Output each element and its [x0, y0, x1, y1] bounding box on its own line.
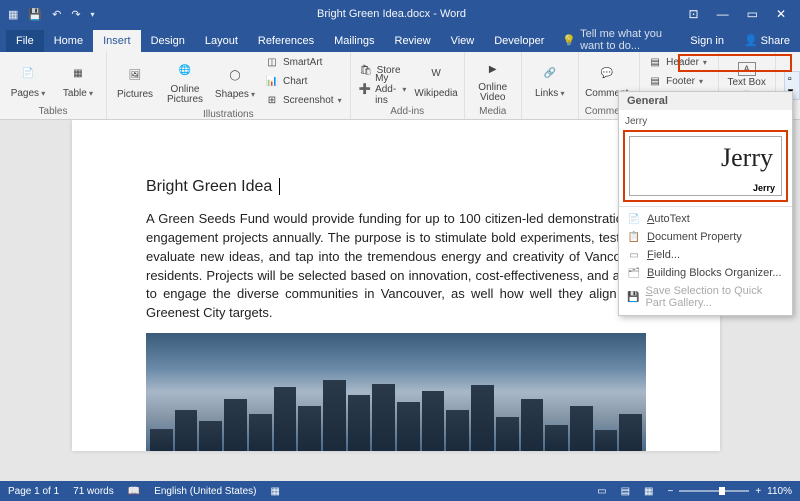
view-web-layout[interactable]: ▦: [644, 486, 653, 497]
save-icon[interactable]: 💾: [28, 8, 42, 21]
lightbulb-icon: 💡: [562, 34, 576, 47]
save-gallery-icon: 💾: [627, 292, 639, 303]
group-addins-label: Add-ins: [357, 106, 458, 119]
online-pictures-button[interactable]: 🌐Online Pictures: [163, 59, 207, 105]
footer-button[interactable]: ▤Footer: [646, 73, 712, 90]
autotext-icon: 📄: [627, 214, 641, 225]
tab-home[interactable]: Home: [44, 30, 93, 52]
screenshot-button[interactable]: ⊞Screenshot: [263, 92, 344, 109]
group-media-label: Media: [471, 106, 515, 119]
my-addins-button[interactable]: ➕My Add-ins: [357, 81, 409, 98]
share-icon: 👤: [744, 34, 758, 47]
qp-section-general: General: [619, 92, 792, 110]
qp-gallery-item-jerry[interactable]: Jerry Jerry: [629, 136, 782, 196]
chart-icon: 📊: [265, 75, 279, 89]
pages-button[interactable]: 📄 Pages: [6, 62, 50, 99]
view-print-layout[interactable]: ▤: [621, 486, 630, 497]
zoom-out-button[interactable]: −: [667, 486, 673, 497]
signature-preview: Jerry: [721, 143, 773, 173]
shapes-icon: ◯: [221, 63, 249, 87]
quick-access-toolbar: ▦ 💾 ↶ ↷ ▾: [0, 8, 95, 21]
smartart-icon: ◫: [265, 56, 279, 70]
quick-parts-dropdown: General Jerry Jerry Jerry 📄AutoText 📋Doc…: [618, 91, 793, 316]
doc-heading[interactable]: Bright Green Idea: [146, 178, 646, 196]
wikipedia-icon: W: [422, 62, 450, 86]
textbox-icon: A: [738, 62, 756, 76]
qp-field[interactable]: ▭Field...: [619, 246, 792, 264]
tab-insert[interactable]: Insert: [93, 30, 141, 52]
smartart-button[interactable]: ◫SmartArt: [263, 54, 344, 71]
table-button[interactable]: ▦ Table: [56, 62, 100, 99]
share-button[interactable]: 👤 Share: [734, 29, 800, 52]
qp-save-selection: 💾Save Selection to Quick Part Gallery...: [619, 282, 792, 312]
sign-in-link[interactable]: Sign in: [680, 30, 734, 52]
status-language[interactable]: English (United States): [154, 486, 256, 497]
view-read-mode[interactable]: ▭: [597, 486, 606, 497]
field-icon: ▭: [627, 250, 641, 261]
store-icon: 🛍: [359, 64, 373, 78]
doc-image-skyline[interactable]: [146, 333, 646, 451]
tab-design[interactable]: Design: [141, 30, 195, 52]
callout-highlight-gallery-item: Jerry Jerry: [623, 130, 788, 202]
pictures-icon: 🖼: [121, 63, 149, 87]
doc-body-paragraph[interactable]: A Green Seeds Fund would provide funding…: [146, 210, 646, 323]
tab-file[interactable]: File: [6, 30, 44, 52]
minimize-icon[interactable]: —: [717, 7, 729, 21]
status-page[interactable]: Page 1 of 1: [8, 486, 59, 497]
shapes-button[interactable]: ◯Shapes: [213, 63, 257, 100]
redo-icon[interactable]: ↷: [71, 8, 80, 21]
zoom-control[interactable]: − + 110%: [667, 486, 792, 497]
status-bar: Page 1 of 1 71 words 📖 English (United S…: [0, 481, 800, 501]
group-tables-label: Tables: [6, 106, 100, 119]
addins-icon: ➕: [359, 83, 371, 97]
table-icon: ▦: [64, 62, 92, 86]
ribbon-options-icon[interactable]: ⊡: [689, 7, 699, 21]
maximize-icon[interactable]: ▭: [747, 7, 758, 21]
tab-view[interactable]: View: [441, 30, 485, 52]
tab-developer[interactable]: Developer: [484, 30, 554, 52]
title-bar: ▦ 💾 ↶ ↷ ▾ Bright Green Idea.docx - Word …: [0, 0, 800, 28]
video-icon: ▶: [479, 57, 507, 81]
wikipedia-button[interactable]: WWikipedia: [414, 62, 457, 99]
online-pictures-icon: 🌐: [171, 59, 199, 83]
app-icon: ▦: [8, 8, 18, 21]
tab-references[interactable]: References: [248, 30, 324, 52]
screenshot-icon: ⊞: [265, 94, 279, 108]
chart-button[interactable]: 📊Chart: [263, 73, 344, 90]
zoom-value[interactable]: 110%: [767, 486, 792, 497]
status-word-count[interactable]: 71 words: [73, 486, 114, 497]
pictures-button[interactable]: 🖼Pictures: [113, 63, 157, 100]
online-video-button[interactable]: ▶Online Video: [471, 57, 515, 103]
qp-building-blocks-organizer[interactable]: 🗂Building Blocks Organizer...: [619, 264, 792, 282]
status-macro-icon[interactable]: ▦: [270, 486, 279, 497]
signature-caption: Jerry: [753, 183, 775, 193]
zoom-slider[interactable]: [679, 490, 749, 492]
tab-layout[interactable]: Layout: [195, 30, 248, 52]
footer-icon: ▤: [648, 75, 662, 89]
pages-icon: 📄: [14, 62, 42, 86]
status-proofing-icon[interactable]: 📖: [128, 486, 140, 497]
bbo-icon: 🗂: [627, 268, 641, 279]
tell-me-search[interactable]: 💡 Tell me what you want to do...: [554, 28, 680, 52]
links-button[interactable]: 🔗Links: [528, 62, 572, 99]
tab-mailings[interactable]: Mailings: [324, 30, 384, 52]
header-icon: ▤: [648, 56, 662, 70]
qp-autotext[interactable]: 📄AutoText: [619, 210, 792, 228]
tab-review[interactable]: Review: [385, 30, 441, 52]
comment-icon: 💬: [593, 62, 621, 86]
header-button[interactable]: ▤Header: [646, 54, 712, 71]
ribbon-tabs: File Home Insert Design Layout Reference…: [0, 28, 800, 52]
undo-icon[interactable]: ↶: [52, 8, 61, 21]
close-icon[interactable]: ✕: [776, 7, 786, 21]
text-cursor: [274, 178, 279, 195]
zoom-in-button[interactable]: +: [755, 486, 761, 497]
qp-gallery-label: Jerry: [623, 114, 788, 130]
docprop-icon: 📋: [627, 232, 641, 243]
link-icon: 🔗: [536, 62, 564, 86]
qp-document-property[interactable]: 📋Document Property: [619, 228, 792, 246]
window-title: Bright Green Idea.docx - Word: [95, 8, 689, 20]
